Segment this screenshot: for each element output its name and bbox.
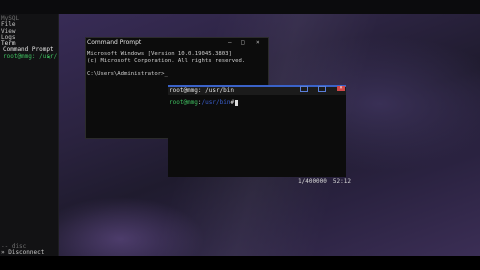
ssh-terminal-window[interactable]: root@mmg: /usr/bin × root@mmg:/usr/bin# — [168, 85, 346, 177]
console-line: (c) Microsoft Corporation. All rights re… — [87, 58, 246, 64]
maximize-button[interactable]: □ — [241, 40, 245, 46]
session-sidebar: MySQL File View Logs Term Command Prompt… — [0, 14, 59, 256]
screen: MySQL File View Logs Term Command Prompt… — [0, 0, 480, 270]
disconnect-button[interactable]: » Disconnect — [1, 249, 44, 256]
window-title: root@mmg: /usr/bin — [169, 87, 235, 94]
minimize-button[interactable] — [300, 86, 308, 92]
chevron-left-icon[interactable]: < — [47, 54, 51, 61]
prompt-path: /usr/bin — [201, 99, 231, 106]
window-title: Command Prompt — [87, 39, 142, 46]
bottom-bar — [0, 256, 480, 270]
prompt-user: root@mmg — [169, 99, 198, 106]
status-line: 1/400000 52:12 — [298, 178, 357, 185]
console-prompt-line[interactable]: C:\Users\Administrator>_ — [87, 71, 168, 78]
close-button[interactable]: × — [337, 86, 345, 91]
sidebar-item-command-prompt[interactable]: Command Prompt — [3, 46, 54, 53]
maximize-button[interactable] — [318, 86, 326, 92]
close-button[interactable]: × — [256, 40, 260, 46]
minimize-button[interactable]: – — [228, 40, 232, 46]
sidebar-item-file[interactable]: File — [1, 21, 15, 28]
console-line: Microsoft Windows [Version 10.0.19045.38… — [87, 51, 232, 57]
status-time: 52:12 — [332, 178, 351, 185]
status-position: 1/400000 — [298, 178, 327, 185]
terminal-prompt-line[interactable]: root@mmg:/usr/bin# — [169, 99, 239, 106]
prompt-end: # — [230, 99, 235, 106]
text-cursor — [235, 100, 239, 106]
